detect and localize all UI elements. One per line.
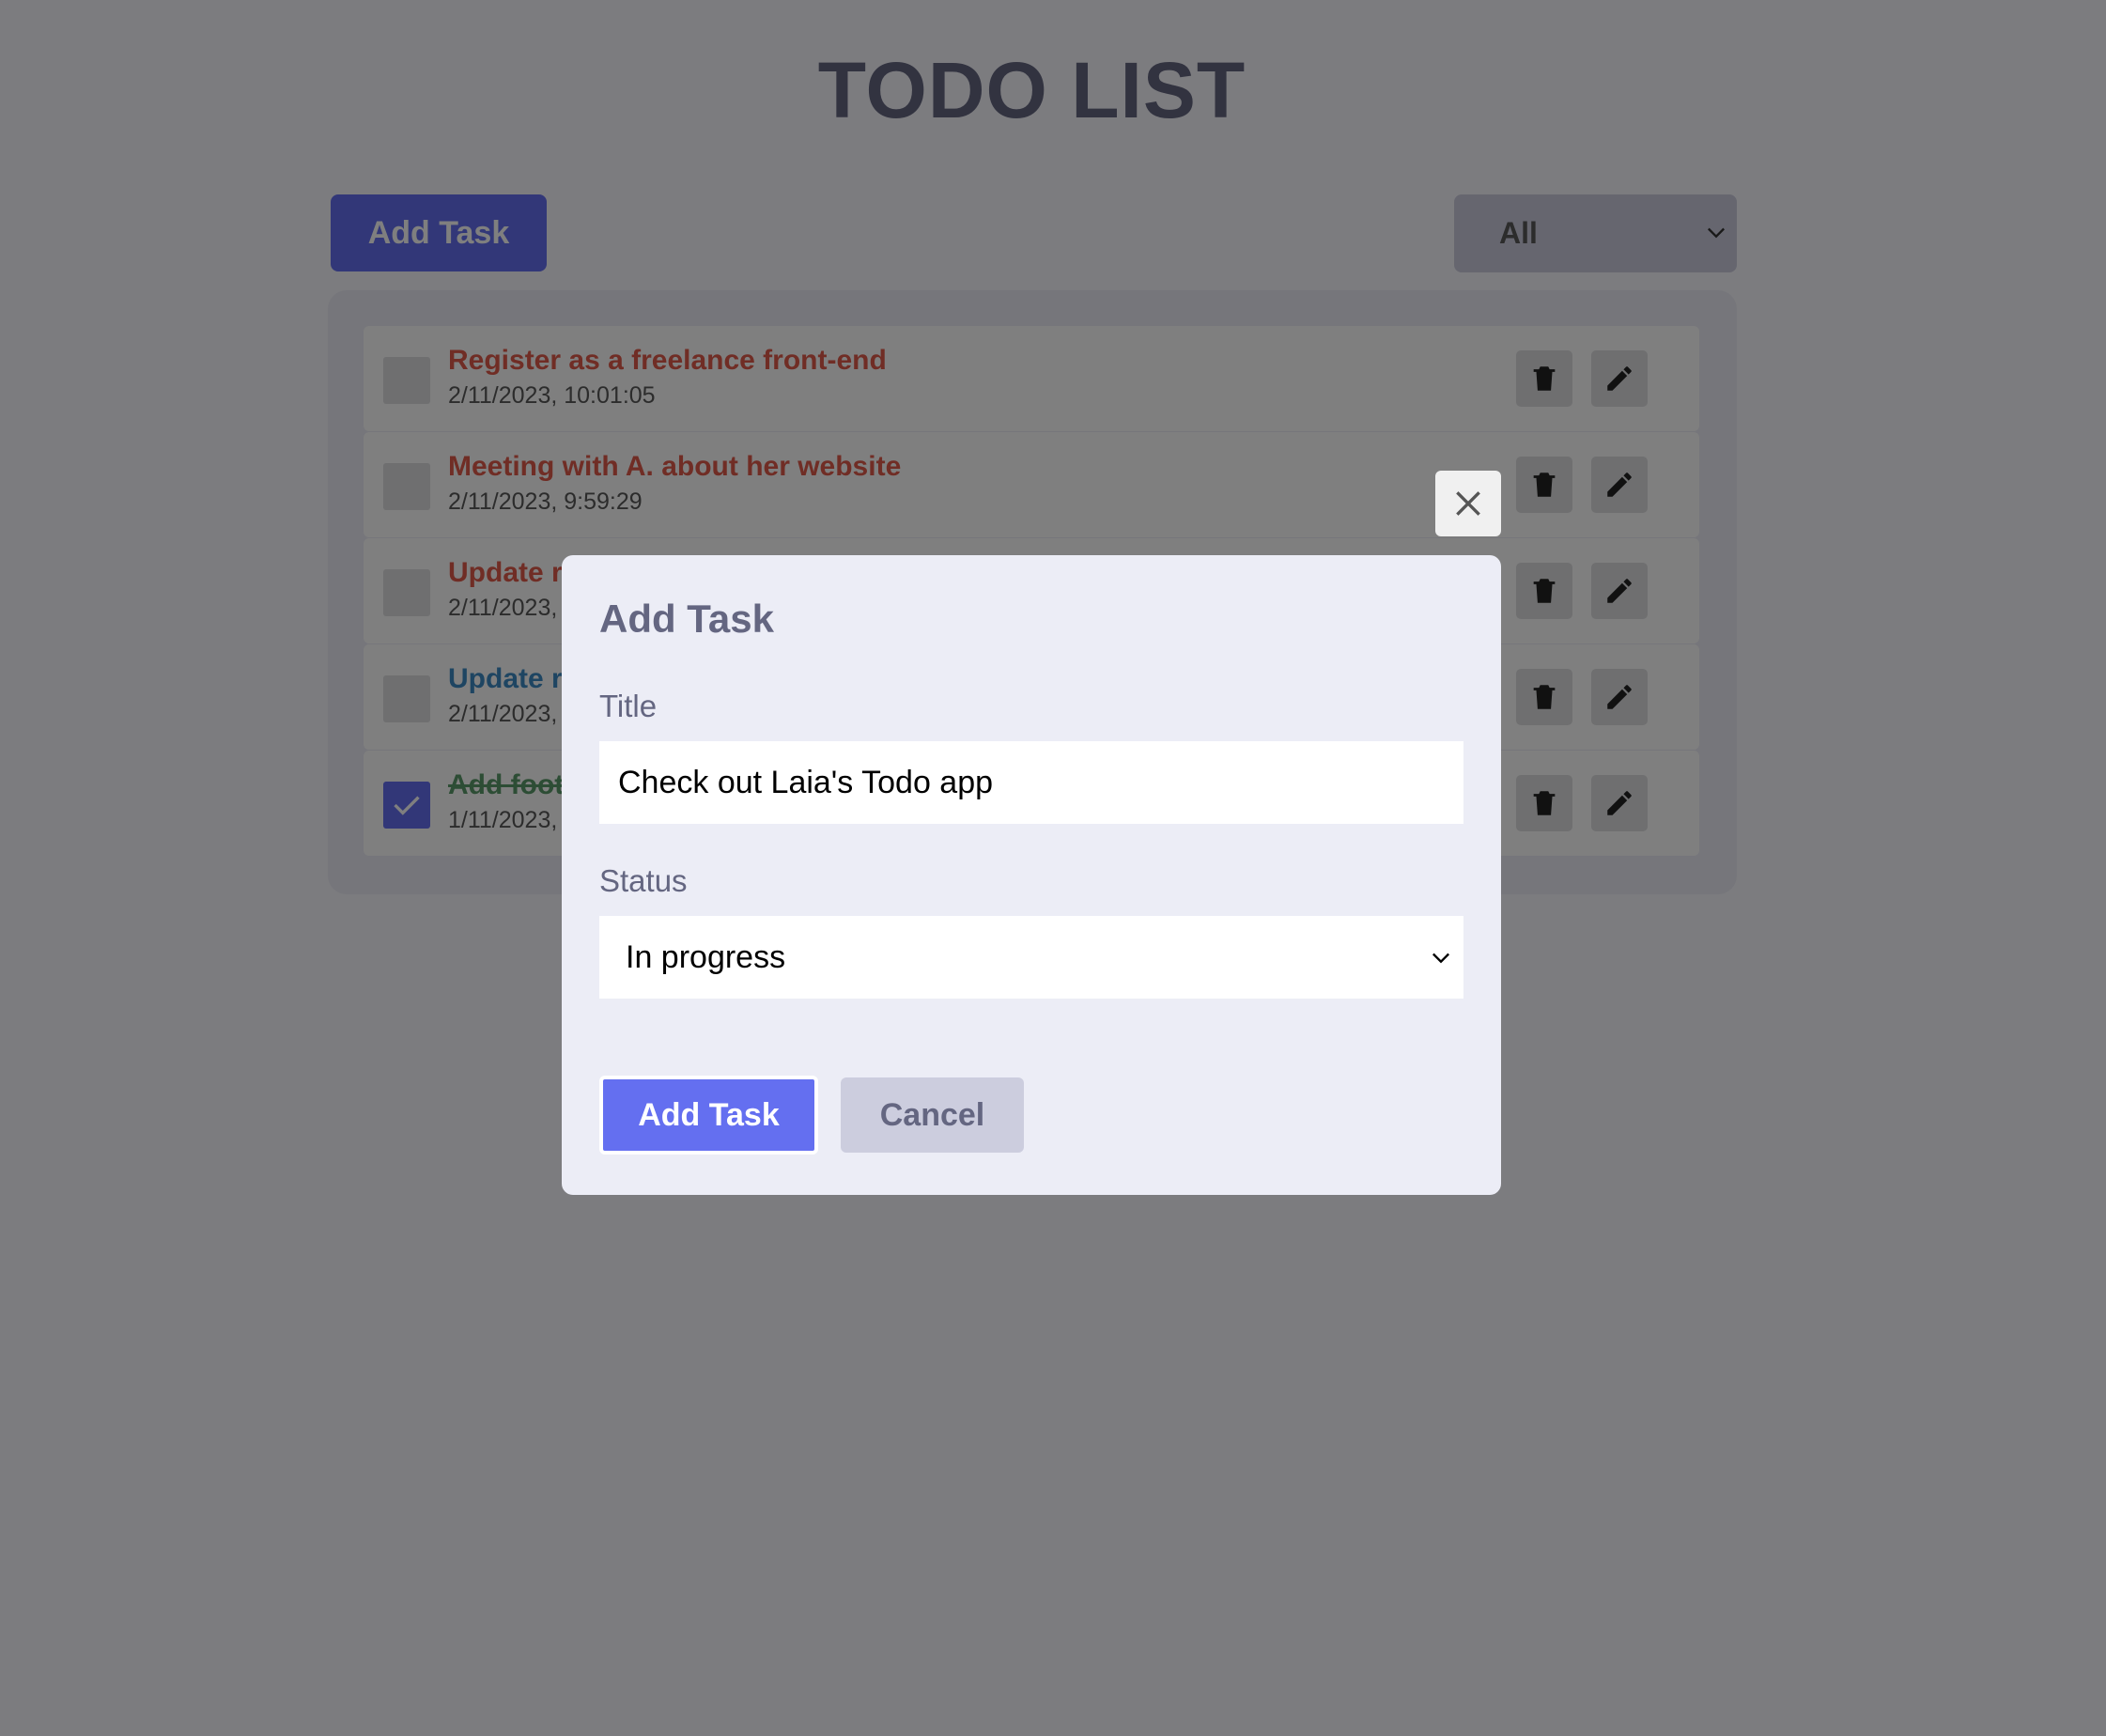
title-label: Title [599,689,658,723]
status-select[interactable]: In progress [599,916,1463,999]
close-modal-button[interactable] [1435,471,1501,536]
status-label: Status [599,863,688,898]
close-icon [1456,491,1480,516]
modal-title: Add Task [599,597,774,641]
title-input[interactable] [599,741,1463,824]
add-task-modal: Add Task Title Status In progress Add Ta… [562,555,1501,1195]
cancel-button[interactable]: Cancel [841,1077,1024,1153]
chevron-down-icon [1432,953,1449,964]
status-value: In progress [626,938,786,975]
submit-add-task-button[interactable]: Add Task [599,1076,818,1155]
